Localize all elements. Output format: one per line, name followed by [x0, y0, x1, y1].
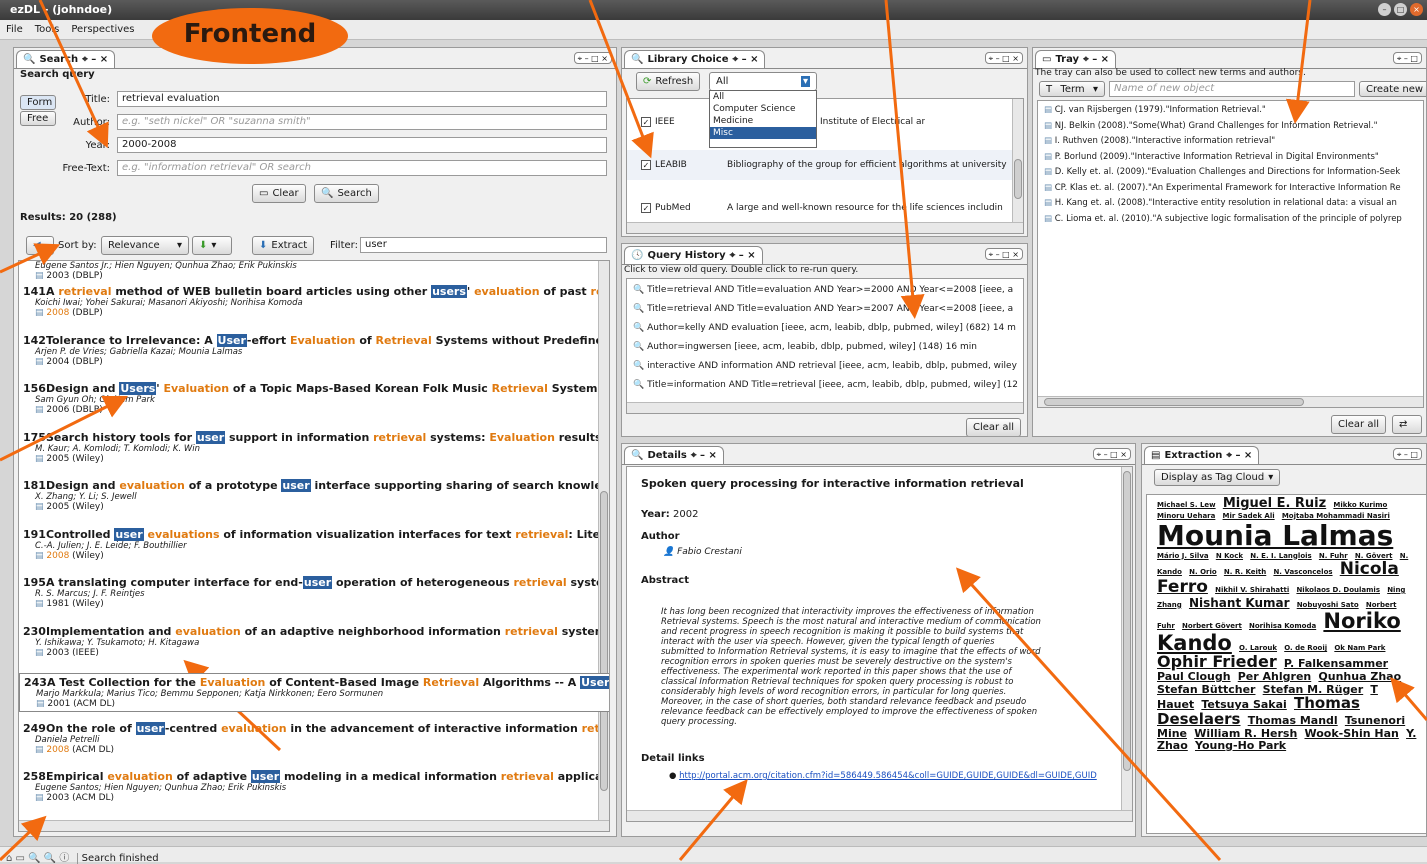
result-item[interactable]: 243A Test Collection for the Evaluation …: [19, 673, 609, 712]
arrow-to-highlight: [0, 395, 129, 462]
arrow-to-search-form: [38, 0, 109, 149]
annotation-arrows: [0, 0, 1427, 862]
arrow-to-history: [884, 0, 925, 319]
arrow-to-extraction: [1390, 677, 1427, 721]
arrow-to-details: [955, 567, 1222, 862]
result-authors: Marjo Markkula; Marius Tico; Bemmu Seppo…: [36, 689, 384, 699]
result-meta: ▤ 2001 (ACM DL): [36, 699, 116, 709]
arrow-to-library: [588, 0, 654, 159]
arrow-to-detail-link: [678, 779, 748, 861]
arrow-to-status: [0, 815, 47, 862]
result-title[interactable]: 243A Test Collection for the Evaluation …: [24, 676, 609, 689]
arrow-to-tray: [1285, 0, 1312, 124]
document-icon: ▤: [36, 699, 45, 709]
arrow-to-sort: [0, 243, 61, 274]
